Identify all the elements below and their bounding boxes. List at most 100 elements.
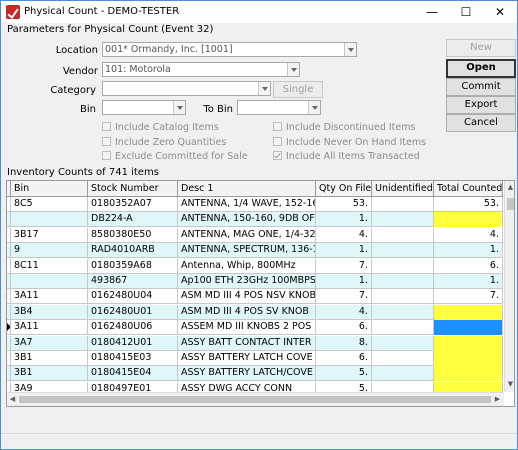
open-button[interactable]: Open [446, 59, 516, 78]
scroll-left-icon[interactable]: ◀ [7, 393, 18, 406]
new-button[interactable]: New [446, 39, 516, 57]
cell-bin[interactable]: 3B1 [11, 366, 88, 382]
cell-qty-on-file[interactable]: 6. [316, 320, 372, 336]
cell-stock-number[interactable]: 0180352A07 [88, 197, 178, 212]
cell-qty-on-file[interactable]: 1. [316, 243, 372, 259]
table-row[interactable]: DB224-A ANTENNA, 150-160, 9DB OFF 1. [7, 212, 503, 228]
col-header-bin[interactable]: Bin [11, 181, 88, 197]
cell-stock-number[interactable]: 0162480U04 [88, 289, 178, 305]
cell-bin[interactable]: 3A11 [11, 289, 88, 305]
chevron-down-icon[interactable] [258, 82, 270, 95]
cell-stock-number[interactable]: 0180412U01 [88, 335, 178, 351]
cell-unidentified[interactable] [372, 335, 434, 351]
cell-stock-number[interactable]: 0162480U01 [88, 304, 178, 320]
inventory-grid[interactable]: Bin Stock Number Desc 1 Qty On File Unid… [6, 180, 515, 407]
table-row[interactable]: 9 RAD4010ARB ANTENNA, SPECTRUM, 136-1 1. 1. [7, 243, 503, 259]
col-header-total-counted[interactable]: Total Counted [434, 181, 503, 197]
cell-bin[interactable]: 3B1 [11, 351, 88, 366]
cell-unidentified[interactable] [372, 289, 434, 305]
cell-total-counted[interactable] [434, 212, 503, 228]
chevron-down-icon[interactable] [287, 63, 299, 76]
cell-qty-on-file[interactable]: 4. [316, 304, 372, 320]
cell-desc1[interactable]: ANTENNA, SPECTRUM, 136-1 [178, 243, 316, 259]
chevron-down-icon[interactable] [344, 43, 356, 56]
include-discontinued-checkbox[interactable]: Include Discontinued Items [273, 122, 415, 133]
category-select[interactable] [102, 81, 271, 96]
cell-bin[interactable]: 8C11 [11, 258, 88, 274]
table-row[interactable]: 3A7 0180412U01 ASSY BATT CONTACT INTER 8. [7, 335, 503, 351]
cell-bin[interactable]: 8C5 [11, 197, 88, 212]
checkbox-icon[interactable] [273, 122, 282, 131]
include-catalog-items-checkbox[interactable]: Include Catalog Items [102, 122, 219, 133]
table-row[interactable]: 493867 Ap100 ETH 23GHz 100MBPS 1. 1. [7, 274, 503, 289]
vendor-select[interactable]: 101: Motorola [102, 62, 300, 77]
vertical-scroll-thumb[interactable] [507, 198, 514, 210]
scroll-right-icon[interactable]: ▶ [492, 393, 503, 406]
cell-desc1[interactable]: Antenna, Whip, 800MHz [178, 258, 316, 274]
cell-stock-number[interactable]: 493867 [88, 274, 178, 289]
col-header-qty-on-file[interactable]: Qty On File [316, 181, 372, 197]
cell-desc1[interactable]: Ap100 ETH 23GHz 100MBPS [178, 274, 316, 289]
scroll-up-icon[interactable]: ▲ [505, 181, 514, 194]
checkbox-icon[interactable] [102, 151, 111, 160]
cancel-button[interactable]: Cancel [446, 114, 516, 132]
include-all-transacted-checkbox[interactable]: Include All Items Transacted [273, 151, 420, 162]
cell-desc1[interactable]: ASSY BATTERY LATCH/COVE [178, 366, 316, 382]
cell-stock-number[interactable]: 8580380E50 [88, 227, 178, 243]
location-select[interactable]: 001* Ormandy, Inc. [1001] [102, 42, 357, 57]
table-row[interactable]: 3B1 0180415E03 ASSY BATTERY LATCH COVE 6. [7, 351, 503, 366]
cell-desc1[interactable]: ASM MD III 4 POS NSV KNOB [178, 289, 316, 305]
table-row[interactable]: 8C5 0180352A07 ANTENNA, 1/4 WAVE, 152-16 53… [7, 197, 503, 212]
cell-qty-on-file[interactable]: 8. [316, 335, 372, 351]
cell-unidentified[interactable] [372, 366, 434, 382]
bin-select[interactable] [102, 100, 186, 115]
include-never-on-hand-checkbox[interactable]: Include Never On Hand Items [273, 137, 426, 148]
scroll-down-icon[interactable]: ▼ [505, 378, 514, 391]
cell-stock-number[interactable]: RAD4010ARB [88, 243, 178, 259]
cell-desc1[interactable]: ANTENNA, 1/4 WAVE, 152-16 [178, 197, 316, 212]
cell-unidentified[interactable] [372, 243, 434, 259]
export-button[interactable]: Export [446, 96, 516, 114]
minimize-button[interactable]: — [415, 1, 449, 23]
cell-unidentified[interactable] [372, 227, 434, 243]
cell-unidentified[interactable] [372, 212, 434, 228]
cell-total-counted[interactable]: 4. [434, 227, 503, 243]
cell-bin[interactable]: 3A11 [11, 320, 88, 336]
cell-unidentified[interactable] [372, 274, 434, 289]
chevron-down-icon[interactable] [173, 101, 185, 114]
cell-total-counted[interactable] [434, 335, 503, 351]
vertical-scrollbar[interactable]: ▲ ▼ [504, 181, 514, 392]
cell-stock-number[interactable]: 0180415E03 [88, 351, 178, 366]
col-header-unidentified[interactable]: Unidentified [372, 181, 434, 197]
cell-total-counted[interactable]: 1. [434, 274, 503, 289]
table-row[interactable]: 3B1 0180415E04 ASSY BATTERY LATCH/COVE 5. [7, 366, 503, 382]
checkbox-icon[interactable] [102, 137, 111, 146]
cell-bin[interactable]: 9 [11, 243, 88, 259]
cell-qty-on-file[interactable]: 7. [316, 258, 372, 274]
cell-bin[interactable] [11, 212, 88, 228]
col-header-desc1[interactable]: Desc 1 [178, 181, 316, 197]
cell-total-counted[interactable]: 6. [434, 258, 503, 274]
include-zero-quantities-checkbox[interactable]: Include Zero Quantities [102, 137, 226, 148]
table-row[interactable]: 3A11 0162480U04 ASM MD III 4 POS NSV KNOB 7… [7, 289, 503, 305]
horizontal-scrollbar[interactable]: ◀ ▶ [7, 392, 504, 406]
cell-total-counted[interactable] [434, 351, 503, 366]
cell-total-counted[interactable]: 53. [434, 197, 503, 212]
cell-qty-on-file[interactable]: 4. [316, 227, 372, 243]
checkbox-icon[interactable] [102, 122, 111, 131]
table-row[interactable]: 3A11 0162480U06 ASSEM MD III KNOBS 2 POS 6. [7, 320, 503, 336]
col-header-stock-number[interactable]: Stock Number [88, 181, 178, 197]
cell-stock-number[interactable]: 0162480U06 [88, 320, 178, 336]
table-row[interactable]: 3B4 0162480U01 ASM MD III 4 POS SV KNOB 4. [7, 304, 503, 320]
cell-desc1[interactable]: ASSEM MD III KNOBS 2 POS [178, 320, 316, 336]
cell-unidentified[interactable] [372, 258, 434, 274]
cell-bin[interactable]: 3B17 [11, 227, 88, 243]
checkmark-icon[interactable] [273, 151, 282, 160]
cell-total-counted[interactable]: 7. [434, 289, 503, 305]
cell-desc1[interactable]: ASSY BATT CONTACT INTER [178, 335, 316, 351]
horizontal-scroll-thumb[interactable] [19, 396, 491, 403]
cell-desc1[interactable]: ASSY BATTERY LATCH COVE [178, 351, 316, 366]
cell-stock-number[interactable]: DB224-A [88, 212, 178, 228]
table-row[interactable]: 3B17 8580380E50 ANTENNA, MAG ONE, 1/4-32 4.… [7, 227, 503, 243]
cell-qty-on-file[interactable]: 5. [316, 366, 372, 382]
